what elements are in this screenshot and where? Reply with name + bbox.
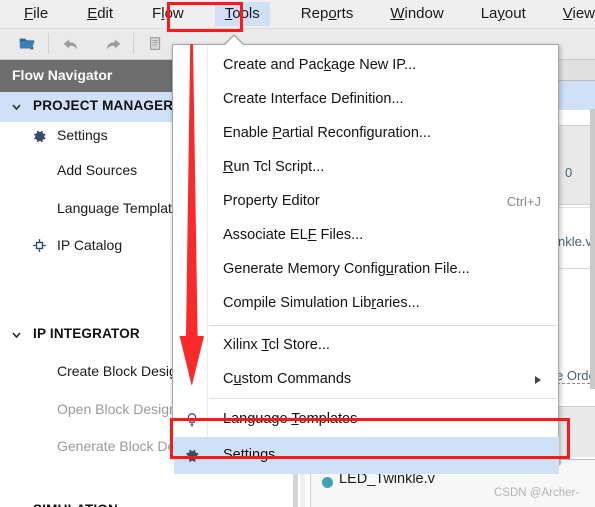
tools-dropdown-menu: Create and Package New IP... Create Inte…	[172, 44, 559, 474]
file-status-dot	[322, 477, 333, 488]
menu-item-xilinx-tcl-store[interactable]: Xilinx Tcl Store...	[174, 329, 559, 363]
pane-partial-text-1: nkle.v	[558, 234, 592, 249]
toolbar-separator	[48, 33, 49, 54]
menu-item-custom-commands[interactable]: Custom Commands	[174, 363, 559, 397]
menubar-item-file[interactable]: File	[14, 2, 58, 26]
vivado-window: 0 nkle.v e Order LED_Twinkle.v CSDN @Arc…	[0, 0, 595, 507]
menubar-item-flow[interactable]: Flow	[142, 2, 194, 26]
gear-icon	[31, 128, 48, 145]
pane-partial-text-0: 0	[565, 165, 573, 180]
open-project-icon[interactable]	[18, 35, 36, 53]
flow-navigator-title: Flow Navigator	[12, 67, 113, 83]
sidebar-item-label: Create Block Design	[57, 363, 185, 379]
chevron-right-icon	[535, 376, 541, 384]
menubar-item-layout[interactable]: Layout	[471, 2, 536, 26]
menu-item-compile-simulation-libraries[interactable]: Compile Simulation Libraries...	[174, 287, 559, 321]
menu-item-enable-partial-reconfiguration[interactable]: Enable Partial Reconfiguration...	[174, 117, 559, 151]
sidebar-item-label: IP Catalog	[57, 237, 123, 253]
menu-item-label: Property Editor	[223, 193, 320, 209]
menubar-item-reports[interactable]: Reports	[291, 2, 364, 26]
vertical-scrollbar[interactable]	[590, 109, 595, 389]
menu-item-property-editor[interactable]: Property Editor Ctrl+J	[174, 185, 559, 219]
lightbulb-icon	[183, 411, 201, 429]
menu-item-label: Create Interface Definition...	[223, 91, 404, 107]
menubar-item-tools[interactable]: Tools	[214, 2, 270, 26]
sidebar-section-label: IP INTEGRATOR	[33, 326, 140, 341]
sidebar-item-label: Settings	[57, 127, 108, 143]
menu-item-label: Enable Partial Reconfiguration...	[223, 125, 431, 141]
menu-item-create-and-package-new-ip[interactable]: Create and Package New IP...	[174, 49, 559, 83]
menu-item-label: Generate Memory Configuration File...	[223, 261, 470, 277]
menu-item-create-interface-definition[interactable]: Create Interface Definition...	[174, 83, 559, 117]
menubar-item-edit[interactable]: Edit	[77, 2, 123, 26]
menu-item-run-tcl-script[interactable]: Run Tcl Script...	[174, 151, 559, 185]
menu-item-label: Create and Package New IP...	[223, 57, 417, 73]
chevron-down-icon	[10, 100, 23, 113]
sidebar-section-label: PROJECT MANAGER	[33, 98, 174, 113]
menu-item-label: Associate ELF Files...	[223, 227, 364, 243]
menu-item-accelerator: Ctrl+J	[506, 194, 541, 209]
menu-item-label: Compile Simulation Libraries...	[223, 295, 420, 311]
sidebar-section-simulation[interactable]: SIMULATION	[0, 496, 290, 507]
sidebar-section-label: SIMULATION	[33, 502, 118, 507]
redo-icon[interactable]	[104, 35, 122, 53]
menu-pointer-tip	[225, 36, 243, 45]
ip-catalog-icon	[31, 237, 48, 254]
menu-item-label: Run Tcl Script...	[223, 159, 325, 175]
sidebar-item-label: Language Templates	[57, 200, 187, 216]
menu-item-label: Settings...	[223, 447, 288, 463]
menu-item-settings[interactable]: Settings...	[174, 437, 559, 474]
sidebar-item-label: Open Block Design	[57, 401, 177, 417]
menu-item-label: Xilinx Tcl Store...	[223, 337, 330, 353]
watermark-text: CSDN @Archer-	[494, 487, 580, 499]
chevron-down-icon	[10, 328, 23, 341]
sidebar-item-label: Add Sources	[57, 162, 138, 178]
menu-item-label: Custom Commands	[223, 371, 352, 387]
gear-icon	[183, 447, 201, 465]
menu-bar: File Edit Flow Tools Reports Window Layo…	[0, 0, 595, 29]
menubar-item-window[interactable]: Window	[380, 2, 453, 26]
menu-item-label: Language Templates	[223, 411, 358, 427]
menu-item-language-templates[interactable]: Language Templates	[174, 403, 559, 437]
menu-item-generate-memory-configuration-file[interactable]: Generate Memory Configuration File...	[174, 253, 559, 287]
menu-separator-1	[209, 325, 557, 326]
toolbar-separator-2	[133, 33, 134, 54]
menu-separator-2	[209, 398, 557, 399]
menu-item-associate-elf-files[interactable]: Associate ELF Files...	[174, 219, 559, 253]
copy-icon[interactable]	[147, 35, 165, 53]
menubar-item-view[interactable]: View	[553, 2, 595, 26]
undo-icon[interactable]	[62, 35, 80, 53]
